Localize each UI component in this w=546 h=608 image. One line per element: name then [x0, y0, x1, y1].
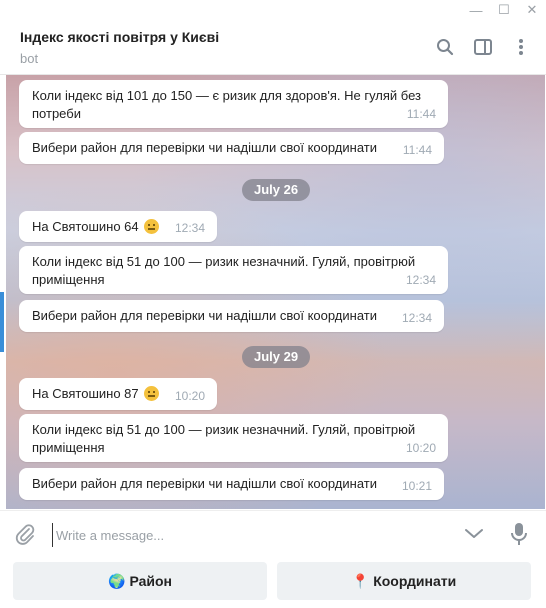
paperclip-icon[interactable]: [14, 523, 36, 550]
message-list[interactable]: Коли індекс від 101 до 150 — є ризик для…: [6, 75, 545, 509]
maximize-button[interactable]: ☐: [490, 0, 518, 20]
bot-keyboard: 🌍 Район 📍 Координати: [0, 562, 546, 608]
message-text: На Святошино 87: [32, 385, 160, 403]
message-text: Коли індекс від 51 до 100 — ризик незнач…: [32, 422, 416, 455]
message-time: 12:34: [401, 311, 432, 325]
message-bubble[interactable]: На Святошино 87 10:20: [19, 378, 217, 410]
message-time: 10:20: [405, 441, 436, 455]
message-time: 12:34: [405, 273, 436, 287]
search-icon[interactable]: [434, 36, 456, 58]
sidebar-toggle-icon[interactable]: [472, 36, 494, 58]
message-bubble[interactable]: Вибери район для перевірки чи надішли св…: [19, 300, 444, 332]
chat-header: Індекс якості повітря у Києві bot: [0, 20, 546, 75]
neutral-face-emoji-icon: [144, 219, 160, 234]
message-time: 11:44: [406, 107, 436, 121]
message-bubble[interactable]: На Святошино 64 12:34: [19, 211, 217, 242]
chat-title[interactable]: Індекс якості повітря у Києві: [20, 29, 219, 45]
microphone-icon[interactable]: [510, 522, 528, 551]
message-time: 11:44: [402, 143, 432, 157]
sidebar-edge-accent: [0, 292, 4, 352]
message-text: Коли індекс від 101 до 150 — є ризик для…: [32, 88, 422, 121]
message-text: На Святошино 64: [32, 218, 160, 236]
district-button[interactable]: 🌍 Район: [13, 562, 267, 600]
message-bubble[interactable]: Вибери район для перевірки чи надішли св…: [19, 132, 444, 164]
more-vertical-icon[interactable]: [510, 36, 532, 58]
minimize-button[interactable]: —: [462, 0, 490, 20]
message-composer: [0, 510, 546, 557]
message-bubble[interactable]: Коли індекс від 51 до 100 — ризик незнач…: [19, 414, 448, 462]
message-time: 10:20: [174, 389, 205, 403]
district-button-label: Район: [129, 573, 172, 589]
message-input[interactable]: [52, 523, 438, 547]
close-button[interactable]: ✕: [518, 0, 546, 20]
message-bubble[interactable]: Вибери район для перевірки чи надішли св…: [19, 468, 444, 500]
date-separator: July 26: [242, 179, 311, 201]
neutral-face-emoji-icon: [144, 386, 160, 401]
coordinates-button-label: Координати: [373, 573, 457, 589]
message-text: Вибери район для перевірки чи надішли св…: [32, 140, 377, 155]
coordinates-button[interactable]: 📍 Координати: [277, 562, 531, 600]
date-separator: July 29: [242, 346, 311, 368]
message-text: Вибери район для перевірки чи надішли св…: [32, 308, 377, 323]
message-time: 10:21: [401, 479, 432, 493]
pin-icon: 📍: [351, 572, 370, 589]
globe-icon: 🌍: [108, 572, 126, 589]
chat-subtitle: bot: [20, 51, 39, 66]
message-text: Вибери район для перевірки чи надішли св…: [32, 476, 377, 491]
message-bubble[interactable]: Коли індекс від 101 до 150 — є ризик для…: [19, 80, 448, 128]
message-text: Коли індекс від 51 до 100 — ризик незнач…: [32, 254, 416, 287]
message-bubble[interactable]: Коли індекс від 51 до 100 — ризик незнач…: [19, 246, 448, 294]
chevron-down-icon[interactable]: [463, 525, 485, 546]
message-time: 12:34: [174, 221, 205, 235]
window-controls: — ☐ ✕: [406, 0, 546, 20]
